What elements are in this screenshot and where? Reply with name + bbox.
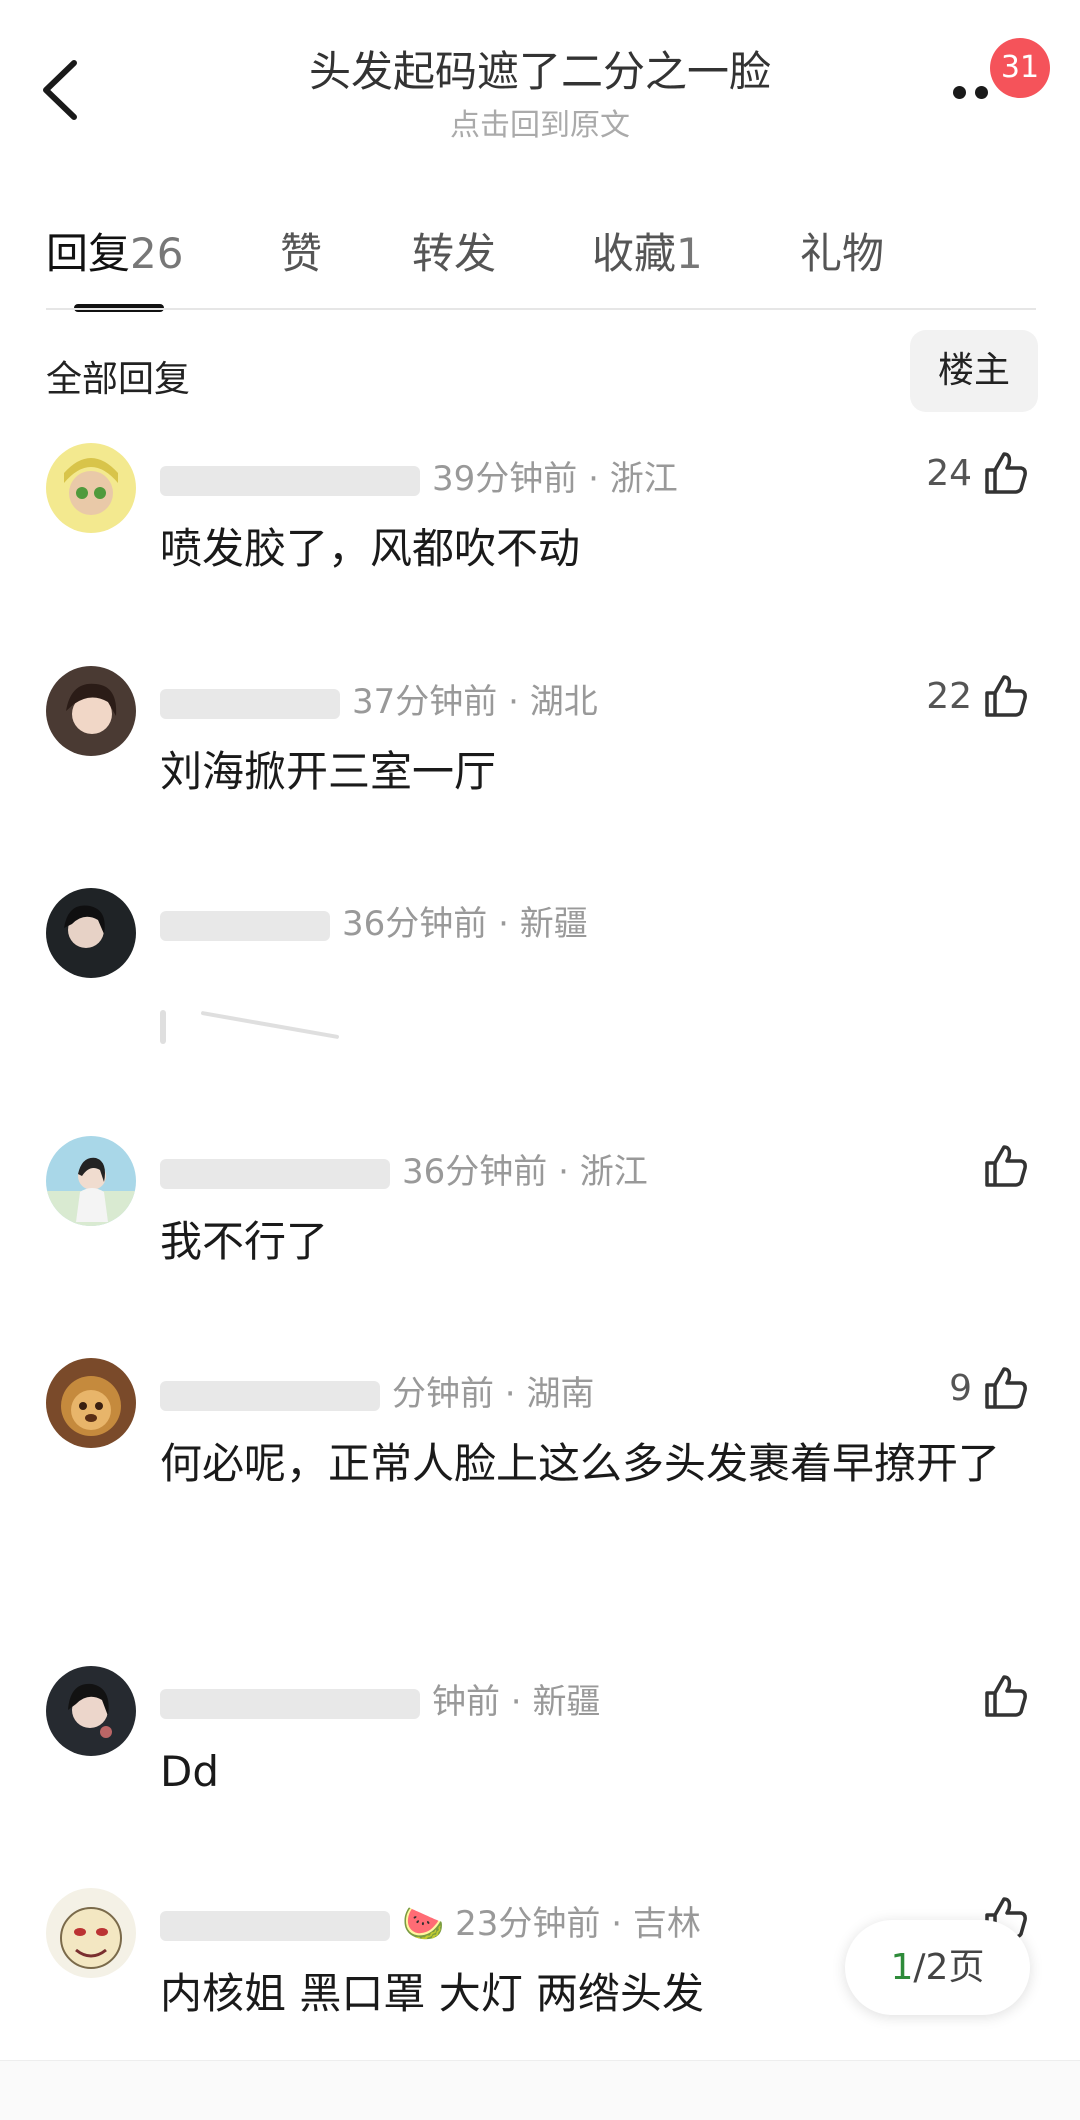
tab-bar: 回复26 赞 转发 收藏1 礼物 [0, 210, 1080, 312]
comment-time: 36分钟前 [342, 904, 488, 944]
comment-meta: 钟前 · 新疆 [160, 1674, 600, 1723]
back-to-post-link[interactable]: 点击回到原文 [0, 100, 1080, 144]
redacted-content [200, 1010, 340, 1040]
username-blurred[interactable] [160, 1688, 420, 1719]
comment-location: 浙江 [609, 459, 678, 499]
like-button[interactable]: 24 [926, 443, 1030, 503]
tab-favorites[interactable]: 收藏1 [592, 220, 703, 281]
thumbs-up-icon [985, 1145, 1027, 1187]
tab-label: 礼物 [800, 229, 885, 278]
tab-label: 转发 [412, 229, 497, 278]
comment-item: 钟前 · 新疆 Dd [0, 1666, 1080, 1816]
tab-count: 1 [676, 229, 703, 278]
comment-meta: 🍉 23分钟前 · 吉林 [160, 1896, 701, 1945]
tab-count: 26 [130, 229, 184, 278]
like-count: 24 [926, 452, 972, 494]
more-dots-icon [975, 86, 988, 99]
comment-time: 23分钟前 [455, 1904, 601, 1944]
watermelon-emoji-icon: 🍉 [402, 1904, 445, 1944]
thumbs-up-icon [985, 1675, 1027, 1717]
comment-location: 湖北 [529, 682, 598, 722]
divider [46, 308, 1036, 310]
thumbs-up-icon [985, 452, 1027, 494]
section-title: 全部回复 [46, 359, 191, 400]
username-blurred[interactable] [160, 910, 330, 941]
avatar[interactable] [46, 1666, 136, 1756]
total-pages: /2页 [913, 1947, 985, 1988]
like-count: 22 [926, 675, 972, 717]
username-blurred[interactable] [160, 1158, 390, 1189]
more-dots-icon [953, 86, 966, 99]
tab-replies[interactable]: 回复26 [46, 220, 183, 281]
comment-location: 新疆 [519, 904, 588, 944]
page-title[interactable]: 头发起码遮了二分之一脸 [0, 38, 1080, 99]
author-filter-button[interactable]: 楼主 [910, 330, 1038, 412]
comment-time: 36分钟前 [402, 1152, 548, 1192]
comment-text[interactable]: 刘海掀开三室一厅 [160, 738, 1030, 806]
tab-label: 回复 [46, 229, 131, 278]
tab-likes[interactable]: 赞 [280, 220, 322, 281]
like-button[interactable] [972, 1136, 1030, 1196]
like-count: 9 [949, 1367, 972, 1409]
avatar[interactable] [46, 888, 136, 978]
username-blurred[interactable] [160, 1910, 390, 1941]
comment-meta: 36分钟前 · 新疆 [160, 896, 588, 945]
avatar[interactable] [46, 666, 136, 756]
comment-item: 36分钟前 · 新疆 [0, 888, 1080, 1058]
comment-item: 分钟前 · 湖南 9 何必呢，正常人脸上这么多头发裹着早撩开了 [0, 1358, 1080, 1558]
avatar[interactable] [46, 1888, 136, 1978]
comment-meta: 36分钟前 · 浙江 [160, 1144, 648, 1193]
comment-location: 吉林 [632, 1904, 701, 1944]
comment-item: 36分钟前 · 浙江 我不行了 [0, 1136, 1080, 1286]
comment-location: 湖南 [526, 1374, 595, 1414]
comment-text[interactable]: Dd [160, 1738, 1030, 1806]
tab-label: 收藏 [592, 229, 677, 278]
page-indicator-button[interactable]: 1/2页 [845, 1920, 1030, 2015]
comment-item: 37分钟前 · 湖北 22 刘海掀开三室一厅 [0, 666, 1080, 816]
comment-location: 浙江 [579, 1152, 648, 1192]
username-blurred[interactable] [160, 1380, 380, 1411]
comment-time: 分钟前 [392, 1374, 494, 1414]
avatar[interactable] [46, 443, 136, 533]
like-button[interactable]: 22 [926, 666, 1030, 726]
comment-text[interactable]: 喷发胶了，风都吹不动 [160, 515, 1030, 583]
comment-meta: 39分钟前 · 浙江 [160, 451, 678, 500]
thumbs-up-icon [985, 675, 1027, 717]
avatar[interactable] [46, 1358, 136, 1448]
notification-badge: 31 [990, 38, 1050, 98]
redacted-content [160, 1010, 166, 1044]
comment-meta: 分钟前 · 湖南 [160, 1366, 594, 1415]
avatar[interactable] [46, 1136, 136, 1226]
username-blurred[interactable] [160, 688, 340, 719]
like-button[interactable] [972, 1666, 1030, 1726]
comment-time: 37分钟前 [352, 682, 498, 722]
comment-time: 钟前 [432, 1682, 500, 1722]
bottom-bar [0, 2060, 1080, 2120]
like-button[interactable]: 9 [949, 1358, 1030, 1418]
comment-time: 39分钟前 [432, 459, 578, 499]
top-bar: 头发起码遮了二分之一脸 点击回到原文 31 [0, 0, 1080, 160]
tab-reposts[interactable]: 转发 [412, 220, 496, 281]
current-page: 1 [890, 1947, 914, 1988]
comment-text[interactable]: 何必呢，正常人脸上这么多头发裹着早撩开了 [160, 1430, 1030, 1498]
comment-location: 新疆 [532, 1682, 601, 1722]
comment-text[interactable]: 我不行了 [160, 1208, 1030, 1276]
tab-label: 赞 [280, 229, 323, 278]
comment-meta: 37分钟前 · 湖北 [160, 674, 598, 723]
tab-gifts[interactable]: 礼物 [800, 220, 884, 281]
comment-item: 39分钟前 · 浙江 24 喷发胶了，风都吹不动 [0, 443, 1080, 593]
thumbs-up-icon [985, 1367, 1027, 1409]
username-blurred[interactable] [160, 465, 420, 496]
